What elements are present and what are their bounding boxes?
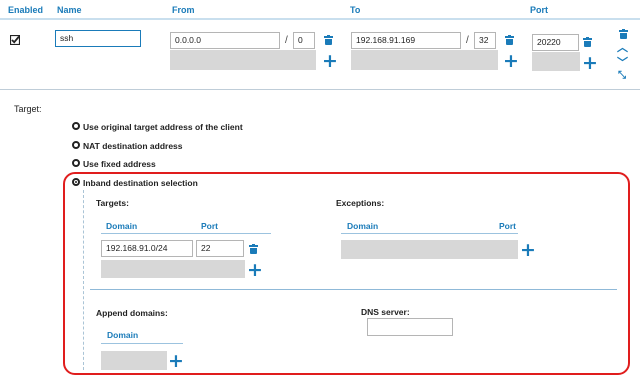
radio-fixed-address[interactable]: [72, 159, 80, 167]
target-label: Target:: [14, 104, 42, 114]
exceptions-header-divider: [341, 233, 518, 234]
targets-col-domain: Domain: [106, 221, 138, 231]
option-label[interactable]: Use original target address of the clien…: [83, 122, 243, 132]
option-label[interactable]: NAT destination address: [83, 141, 183, 151]
from-slash: /: [285, 35, 288, 46]
plus-icon[interactable]: +: [503, 52, 519, 71]
enabled-checkbox[interactable]: [9, 34, 21, 46]
targets-col-port: Port: [201, 221, 218, 231]
append-header-divider: [101, 343, 183, 344]
trash-icon[interactable]: [505, 35, 514, 45]
trash-icon[interactable]: [324, 35, 333, 45]
from-empty-slot[interactable]: [170, 50, 316, 70]
column-header-port: Port: [530, 5, 548, 15]
option-label[interactable]: Use fixed address: [83, 159, 156, 169]
append-domains-empty-slot[interactable]: [101, 351, 167, 370]
plus-icon[interactable]: +: [520, 241, 536, 260]
column-header-name: Name: [57, 5, 82, 15]
exceptions-col-port: Port: [499, 221, 516, 231]
chevron-down-icon[interactable]: ﹀: [617, 57, 628, 68]
targets-label: Targets:: [96, 198, 129, 208]
dns-server-label: DNS server:: [361, 307, 410, 317]
targets-header-divider: [101, 233, 271, 234]
to-address-input[interactable]: 192.168.91.169: [351, 32, 461, 49]
port-empty-slot[interactable]: [532, 52, 580, 71]
column-header-enabled: Enabled: [8, 5, 44, 15]
radio-original-target[interactable]: [72, 122, 80, 130]
target-port-input[interactable]: 22: [196, 240, 244, 257]
plus-icon[interactable]: +: [322, 52, 338, 71]
chevron-up-icon[interactable]: ︿: [617, 42, 628, 53]
header-divider: [0, 18, 640, 20]
collapse-icon[interactable]: ⤡: [618, 71, 626, 81]
to-empty-slot[interactable]: [351, 50, 498, 70]
radio-nat-destination[interactable]: [72, 141, 80, 149]
column-header-from: From: [172, 5, 195, 15]
column-header-to: To: [350, 5, 361, 15]
name-input[interactable]: ssh: [55, 30, 141, 47]
exceptions-col-domain: Domain: [347, 221, 379, 231]
plus-icon[interactable]: +: [582, 54, 598, 73]
append-domains-label: Append domains:: [96, 308, 168, 318]
to-slash: /: [466, 35, 469, 46]
port-input[interactable]: 20220: [532, 34, 579, 51]
plus-icon[interactable]: +: [168, 352, 184, 371]
exceptions-label: Exceptions:: [336, 198, 385, 208]
from-mask-input[interactable]: 0: [293, 32, 315, 49]
exceptions-empty-slot[interactable]: [341, 240, 518, 259]
trash-icon[interactable]: [249, 244, 258, 254]
checkbox-icon: [9, 34, 21, 46]
to-mask-input[interactable]: 32: [474, 32, 496, 49]
target-domain-input[interactable]: 192.168.91.0/24: [101, 240, 193, 257]
plus-icon[interactable]: +: [247, 261, 263, 280]
from-address-input[interactable]: 0.0.0.0: [170, 32, 280, 49]
inband-indent-guide: [83, 190, 84, 370]
row-divider: [0, 89, 640, 90]
inband-section-divider: [90, 289, 617, 290]
targets-empty-slot[interactable]: [101, 260, 245, 278]
trash-icon[interactable]: [619, 29, 628, 39]
dns-server-input[interactable]: [367, 318, 453, 336]
trash-icon[interactable]: [583, 37, 592, 47]
append-col-domain: Domain: [107, 330, 139, 340]
